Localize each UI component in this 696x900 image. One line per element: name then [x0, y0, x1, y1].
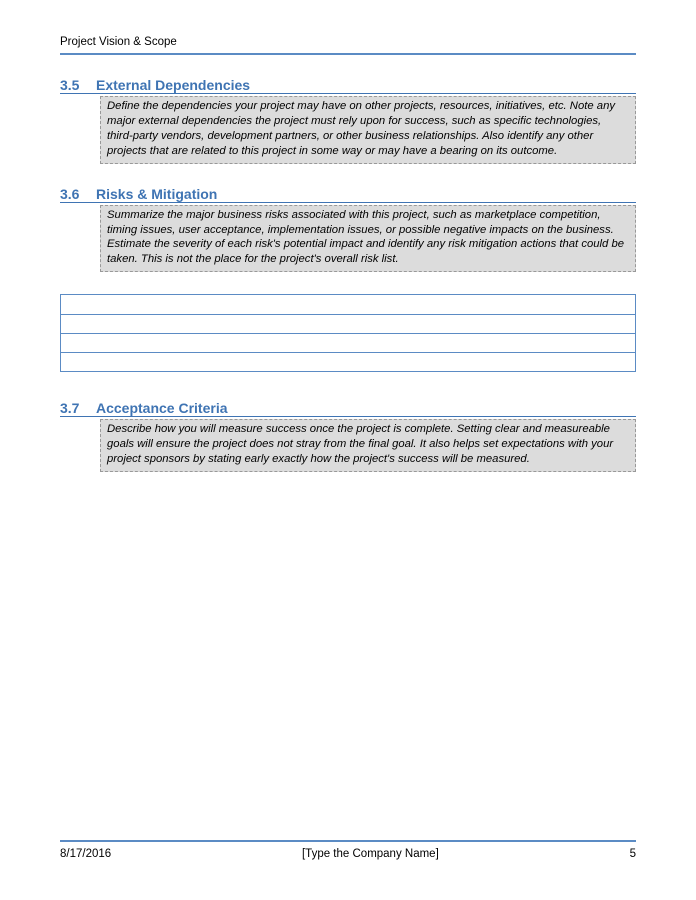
input-grid-table[interactable] — [60, 294, 636, 372]
table-row[interactable] — [61, 295, 635, 314]
page-header-title: Project Vision & Scope — [60, 36, 636, 48]
section-body[interactable]: Define the dependencies your project may… — [100, 96, 636, 164]
section-heading: 3.7 Acceptance Criteria — [60, 400, 636, 417]
section-acceptance-criteria: 3.7 Acceptance Criteria Describe how you… — [60, 400, 636, 472]
section-heading: 3.6 Risks & Mitigation — [60, 186, 636, 203]
footer-rule — [60, 840, 636, 842]
section-risks-mitigation: 3.6 Risks & Mitigation Summarize the maj… — [60, 186, 636, 273]
section-number: 3.6 — [60, 186, 84, 202]
section-number: 3.7 — [60, 400, 84, 416]
section-title: Acceptance Criteria — [96, 400, 228, 416]
table-row[interactable] — [61, 314, 635, 333]
footer-company-placeholder[interactable]: [Type the Company Name] — [111, 848, 629, 860]
section-title: External Dependencies — [96, 77, 250, 93]
section-number: 3.5 — [60, 77, 84, 93]
document-page: Project Vision & Scope 3.5 External Depe… — [0, 0, 696, 900]
footer-page-number: 5 — [630, 848, 636, 860]
section-title: Risks & Mitigation — [96, 186, 217, 202]
page-footer: 8/17/2016 [Type the Company Name] 5 — [60, 840, 636, 860]
footer-date: 8/17/2016 — [60, 848, 111, 860]
section-heading: 3.5 External Dependencies — [60, 77, 636, 94]
table-row[interactable] — [61, 352, 635, 371]
footer-line: 8/17/2016 [Type the Company Name] 5 — [60, 848, 636, 860]
table-row[interactable] — [61, 333, 635, 352]
section-external-dependencies: 3.5 External Dependencies Define the dep… — [60, 77, 636, 164]
header-rule — [60, 53, 636, 55]
section-body[interactable]: Summarize the major business risks assoc… — [100, 205, 636, 273]
section-body[interactable]: Describe how you will measure success on… — [100, 419, 636, 472]
